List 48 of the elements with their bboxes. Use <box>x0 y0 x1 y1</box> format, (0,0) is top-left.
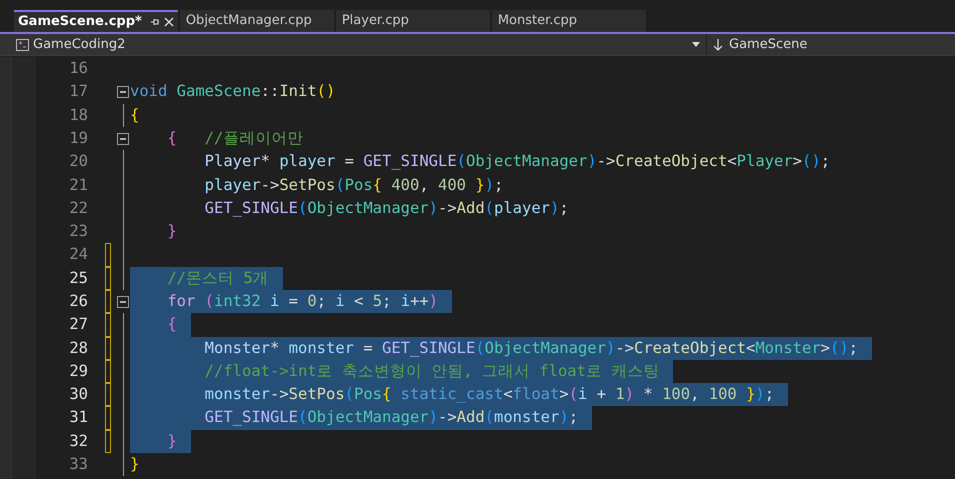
down-arrow-icon <box>713 38 723 50</box>
code-line: } <box>166 430 177 452</box>
line-number: 25 <box>69 268 88 289</box>
code-line: Monster* monster = GET_SINGLE(ObjectManager)->CreateObject<Monster>(); <box>204 338 858 359</box>
code-line: { <box>130 104 140 126</box>
line-number: 22 <box>69 198 88 219</box>
line-number: 19 <box>69 128 88 149</box>
scope-dropdown[interactable]: GameScene <box>706 34 955 55</box>
code-line: void GameScene::Init() <box>130 81 336 102</box>
collapse-icon[interactable] <box>117 86 129 98</box>
line-number: 33 <box>69 454 88 476</box>
project-icon <box>16 38 29 50</box>
line-number: 20 <box>69 151 88 172</box>
caret-icon <box>692 42 700 47</box>
code-line: //float->int로 축소변형이 안됨, 그래서 float로 캐스팅 <box>204 360 660 382</box>
line-number: 17 <box>69 81 88 102</box>
line-number: 30 <box>69 384 88 406</box>
line-number: 23 <box>69 221 88 242</box>
code-line: GET_SINGLE(ObjectManager)->Add(player); <box>204 198 569 219</box>
collapse-icon[interactable] <box>117 132 129 145</box>
line-number: 32 <box>69 430 88 452</box>
code-line: } <box>166 221 177 242</box>
editor-tab[interactable]: Player.cpp <box>336 10 490 32</box>
line-number: 27 <box>69 314 88 336</box>
code-line: { <box>166 314 177 336</box>
line-number: 29 <box>69 360 88 382</box>
editor-tab[interactable]: ObjectManager.cpp <box>180 10 334 32</box>
project-dropdown[interactable]: GameCoding2 <box>0 34 706 55</box>
line-number: 18 <box>69 104 88 126</box>
line-number: 31 <box>69 407 88 428</box>
code-line: monster->SetPos(Pos{ static_cast<float>(i + 1) * 100, 100 }); <box>204 384 774 406</box>
code-line: { //플레이어만 <box>166 128 304 149</box>
code-line: Player* player = GET_SINGLE(ObjectManager)->CreateObject<Player>(); <box>204 151 830 172</box>
code-line: //몬스터 5개 <box>166 268 269 289</box>
code-line: GET_SINGLE(ObjectManager)->Add(monster); <box>204 407 578 428</box>
line-number: 21 <box>69 174 88 196</box>
editor-tab[interactable]: GameScene.cpp* <box>14 10 178 32</box>
code-line: for (int32 i = 0; i < 5; i++) <box>166 290 438 312</box>
code-line: } <box>130 454 140 476</box>
pin-icon[interactable] <box>150 17 160 27</box>
editor-tab[interactable]: Monster.cpp <box>492 10 646 32</box>
collapse-icon[interactable] <box>117 296 129 308</box>
line-number: 26 <box>69 290 88 312</box>
line-number: 16 <box>69 58 88 80</box>
code-line: player->SetPos(Pos{ 400, 400 }); <box>204 174 504 196</box>
line-number: 28 <box>69 338 88 359</box>
close-icon[interactable] <box>164 17 174 27</box>
line-number: 24 <box>69 244 88 266</box>
